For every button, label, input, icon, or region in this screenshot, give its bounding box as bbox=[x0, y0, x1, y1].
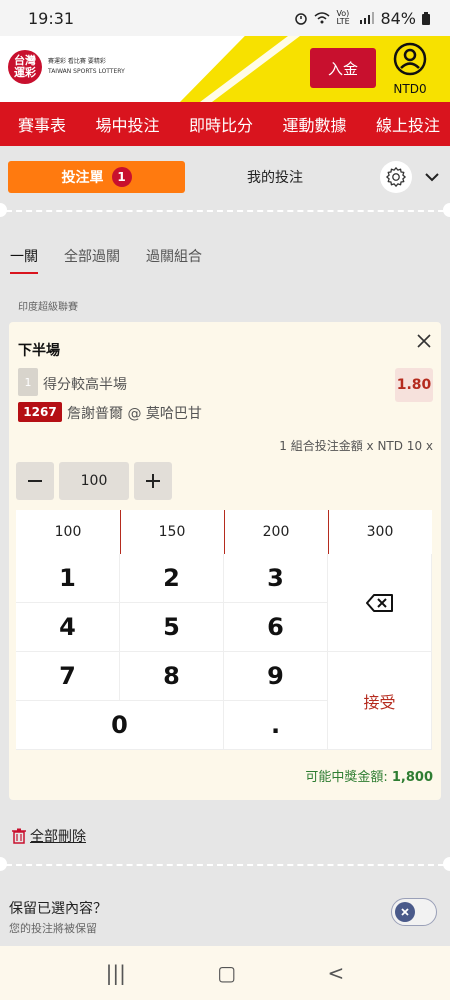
nav-sports-data[interactable]: 運動數據 bbox=[282, 112, 346, 136]
battery-icon bbox=[422, 11, 430, 25]
status-bar: 19:31 Vo) LTE 84% bbox=[0, 0, 450, 36]
preset-150[interactable]: 150 bbox=[120, 510, 224, 554]
key-2[interactable]: 2 bbox=[120, 554, 224, 603]
backspace-icon bbox=[365, 593, 393, 612]
delete-all-button[interactable]: 全部刪除 bbox=[12, 826, 86, 846]
volte-icon: Vo) LTE bbox=[336, 9, 350, 26]
betslip-label: 投注單 bbox=[61, 170, 104, 186]
logo-text: 賽運彩 看比賽 要精彩 TAIWAN SPORTS LOTTERY bbox=[48, 57, 125, 77]
match-name: 詹謝普爾 @ 莫哈巴甘 bbox=[67, 406, 202, 422]
key-0[interactable]: 0 bbox=[16, 701, 224, 750]
winnings-label: 可能中獎金額: bbox=[305, 770, 388, 785]
backspace-key[interactable] bbox=[328, 554, 432, 652]
divider-notch-left-bottom bbox=[0, 857, 7, 871]
battery-level: 84% bbox=[380, 8, 416, 28]
keep-selections-subtitle: 您的投注將被保留 bbox=[9, 922, 97, 935]
number-keys: 1 2 3 4 5 6 7 8 9 接受 0 . bbox=[16, 554, 432, 750]
logo-badge: 台灣 運彩 bbox=[8, 50, 42, 84]
preset-amounts: 100 150 200 300 bbox=[16, 510, 432, 554]
tab-single[interactable]: 一關 bbox=[10, 246, 38, 274]
odds-value: 1.80 bbox=[395, 368, 433, 402]
combo-stake-info: 1 組合投注金額 x NTD 10 x bbox=[279, 439, 433, 453]
status-icons: Vo) LTE 84% bbox=[294, 9, 430, 28]
tab-parlay-combo[interactable]: 過關組合 bbox=[146, 246, 202, 274]
minus-icon bbox=[28, 480, 42, 482]
tab-all-parlay[interactable]: 全部過關 bbox=[64, 246, 120, 274]
keep-selections-toggle[interactable] bbox=[391, 898, 437, 926]
nav-live-scores[interactable]: 即時比分 bbox=[189, 112, 253, 136]
winnings-value: 1,800 bbox=[391, 770, 433, 785]
signal-icon bbox=[360, 12, 375, 24]
system-navigation-bar: ||| ▢ < bbox=[0, 946, 450, 1000]
user-icon bbox=[393, 42, 427, 76]
key-1[interactable]: 1 bbox=[16, 554, 120, 603]
match-code-badge: 1267 bbox=[18, 402, 62, 422]
deposit-button[interactable]: 入金 bbox=[310, 48, 376, 88]
collapse-button[interactable] bbox=[420, 165, 444, 189]
logo-line2: 運彩 bbox=[14, 66, 36, 79]
plus-icon bbox=[146, 474, 160, 488]
nav-schedule[interactable]: 賽事表 bbox=[18, 112, 66, 136]
alarm-icon bbox=[295, 13, 308, 25]
preset-300[interactable]: 300 bbox=[328, 510, 432, 554]
balance-label: NTD0 bbox=[393, 82, 427, 96]
dashed-divider bbox=[6, 210, 444, 212]
chevron-down-icon bbox=[425, 173, 439, 182]
key-9[interactable]: 9 bbox=[224, 652, 328, 701]
logo-english: TAIWAN SPORTS LOTTERY bbox=[48, 68, 125, 75]
wifi-icon bbox=[314, 12, 330, 24]
bet-card: 下半場 1 得分較高半場 1.80 1267 詹謝普爾 @ 莫哈巴甘 1 組合投… bbox=[9, 322, 441, 800]
stake-increase-button[interactable] bbox=[134, 462, 172, 500]
toggle-off-icon bbox=[395, 902, 415, 922]
home-button[interactable]: ▢ bbox=[217, 961, 236, 985]
delete-all-label: 全部刪除 bbox=[30, 829, 86, 845]
trash-icon bbox=[12, 828, 26, 844]
account-button[interactable]: NTD0 bbox=[386, 42, 434, 96]
key-7[interactable]: 7 bbox=[16, 652, 120, 701]
remove-bet-button[interactable] bbox=[413, 330, 435, 352]
tab-my-bets[interactable]: 我的投注 bbox=[200, 161, 350, 193]
main-nav: 賽事表 場中投注 即時比分 運動數據 線上投注 bbox=[0, 102, 450, 146]
dashed-divider-bottom bbox=[6, 864, 444, 866]
bet-tab-bar: 投注單 1 我的投注 bbox=[0, 152, 450, 208]
back-button[interactable]: < bbox=[328, 961, 345, 985]
close-icon bbox=[417, 334, 431, 348]
app-header: 台灣 運彩 賽運彩 看比賽 要精彩 TAIWAN SPORTS LOTTERY 入… bbox=[0, 36, 450, 102]
preset-100[interactable]: 100 bbox=[16, 510, 120, 554]
nav-live-betting[interactable]: 場中投注 bbox=[95, 112, 159, 136]
key-3[interactable]: 3 bbox=[224, 554, 328, 603]
potential-winnings: 可能中獎金額: 1,800 bbox=[305, 766, 433, 785]
settings-button[interactable] bbox=[380, 161, 412, 193]
market-title: 下半場 bbox=[18, 343, 60, 359]
league-name: 印度超級聯賽 bbox=[18, 302, 78, 313]
nav-online-betting[interactable]: 線上投注 bbox=[376, 112, 440, 136]
logo-subtext: 賽運彩 看比賽 要精彩 bbox=[48, 58, 106, 65]
stake-keypad: 100 150 200 300 1 2 3 4 5 6 7 8 9 接受 0 . bbox=[16, 510, 432, 750]
selection-number: 1 bbox=[18, 368, 38, 396]
gear-icon bbox=[386, 167, 406, 187]
stake-decrease-button[interactable] bbox=[16, 462, 54, 500]
bet-type-tabs: 一關 全部過關 過關組合 bbox=[10, 246, 202, 274]
betslip-count-badge: 1 bbox=[111, 167, 132, 187]
accept-button[interactable]: 接受 bbox=[328, 652, 432, 750]
tab-betslip[interactable]: 投注單 1 bbox=[8, 161, 185, 193]
selection-name: 得分較高半場 bbox=[43, 377, 127, 393]
taiwan-sports-lottery-logo[interactable]: 台灣 運彩 賽運彩 看比賽 要精彩 TAIWAN SPORTS LOTTERY bbox=[8, 50, 125, 84]
stake-input[interactable] bbox=[59, 462, 129, 500]
divider-notch-right bbox=[443, 203, 450, 217]
key-6[interactable]: 6 bbox=[224, 603, 328, 652]
key-decimal[interactable]: . bbox=[224, 701, 328, 750]
key-4[interactable]: 4 bbox=[16, 603, 120, 652]
preset-200[interactable]: 200 bbox=[224, 510, 328, 554]
divider-notch-right-bottom bbox=[443, 857, 450, 871]
status-time: 19:31 bbox=[28, 8, 75, 28]
x-mark-icon bbox=[401, 908, 409, 916]
recent-apps-button[interactable]: ||| bbox=[106, 961, 126, 985]
key-8[interactable]: 8 bbox=[120, 652, 224, 701]
key-5[interactable]: 5 bbox=[120, 603, 224, 652]
keep-selections-title: 保留已選內容？ bbox=[9, 901, 107, 917]
